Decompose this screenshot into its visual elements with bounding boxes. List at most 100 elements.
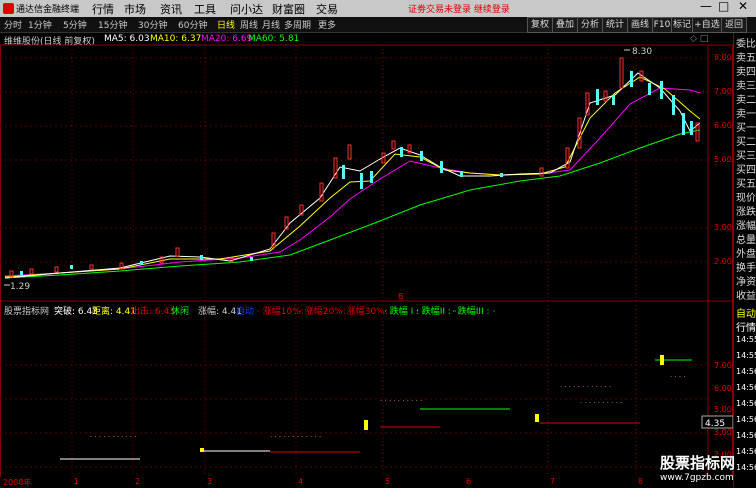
chart-canvas[interactable]: 8.30 1.29 B · · · · · · · · · · · · · · … xyxy=(0,33,733,487)
price-tick: 6.00 xyxy=(714,121,732,130)
period-60min[interactable]: 60分钟 xyxy=(178,18,207,31)
price-tick: 7.00 xyxy=(714,87,732,96)
tick-time: 14:56 xyxy=(736,383,756,392)
x-label: 3 xyxy=(207,477,213,486)
fenxi-button[interactable]: 分析 xyxy=(577,17,603,33)
quote-label: 卖三 xyxy=(736,81,756,92)
indicator-lines xyxy=(60,355,692,460)
quote-label: 买四 xyxy=(736,165,756,176)
tick-time: 14:56 xyxy=(736,367,756,376)
price-tick: 8.00 xyxy=(714,53,732,62)
ma5-line xyxy=(4,72,701,279)
period-multi[interactable]: 多周期 xyxy=(284,18,311,31)
minimize-button[interactable]: — xyxy=(700,0,712,13)
x-label: 8 xyxy=(638,477,644,486)
menu-hangqing[interactable]: 行情 xyxy=(92,1,114,17)
quote-label: 涨幅 xyxy=(736,221,756,232)
quote-label: 换手 xyxy=(736,263,756,274)
svg-text:· · · ·: · · · · xyxy=(670,373,686,381)
hangqing-tab[interactable]: 行情 xyxy=(736,319,756,334)
quote-label: 卖二 xyxy=(736,95,756,106)
quote-label: 卖五 xyxy=(736,53,756,64)
period-1min[interactable]: 1分钟 xyxy=(28,18,52,31)
tongji-button[interactable]: 统计 xyxy=(602,17,628,33)
tick-time: 14:56 xyxy=(736,431,756,440)
quote-label: 涨跌 xyxy=(736,207,756,218)
period-toolbar: 分时 1分钟 5分钟 15分钟 30分钟 60分钟 日线 周线 月线 多周期 更… xyxy=(0,17,756,33)
x-label: 4 xyxy=(298,477,304,486)
period-30min[interactable]: 30分钟 xyxy=(138,18,167,31)
quote-label: 外盘 xyxy=(736,249,756,260)
watermark-title: 股票指标网 xyxy=(660,454,736,472)
period-more[interactable]: 更多 xyxy=(318,18,336,31)
x-label: 2008年 xyxy=(3,478,32,487)
svg-text:· · · · · · · · · ·: · · · · · · · · · · xyxy=(380,397,422,405)
svg-text:· · · · · · · · · · · ·: · · · · · · · · · · · · xyxy=(560,383,611,391)
ma10-line xyxy=(4,76,701,278)
period-fenshi[interactable]: 分时 xyxy=(4,18,22,31)
indicator-tick: 7.00 xyxy=(714,361,732,370)
quote-label: 收益 xyxy=(736,291,756,302)
chuji-label: 出击: 6.43 xyxy=(131,307,175,317)
low-label: 1.29 xyxy=(10,282,30,292)
signal-marker: B xyxy=(398,292,404,301)
menu-shichang[interactable]: 市场 xyxy=(124,1,146,17)
quote-label: 净资 xyxy=(736,277,756,288)
diejia-button[interactable]: 叠加 xyxy=(552,17,578,33)
ma60-line xyxy=(4,129,701,279)
svg-text:· · · · · · · · · ·: · · · · · · · · · · xyxy=(580,399,622,407)
juli-label: 距离: 4.41 xyxy=(92,307,136,317)
period-5min[interactable]: 5分钟 xyxy=(63,18,87,31)
quote-label: 总量 xyxy=(736,235,756,246)
menu-zixun[interactable]: 资讯 xyxy=(160,1,182,17)
quote-panel: 委比 卖五 卖四 卖三 卖二 卖一 买一 买二 买三 买四 买五 现价 涨跌 涨… xyxy=(733,33,756,487)
x-label: 7 xyxy=(550,477,556,486)
fuquan-button[interactable]: 复权 xyxy=(527,17,553,33)
add-watchlist-button[interactable]: +自选 xyxy=(692,17,722,33)
menu-jiaoyi[interactable]: 交易 xyxy=(316,1,338,17)
indicator-title: 股票指标网 突破: 6.43 距离: 4.41 出击: 6.43 休闲 涨幅: … xyxy=(4,304,724,317)
indicator-frame xyxy=(0,300,733,480)
xiuxian-label: 休闲 xyxy=(171,307,190,317)
x-label: 6 xyxy=(466,477,472,486)
quote-label: 买五 xyxy=(736,179,756,190)
quote-label: 买一 xyxy=(736,123,756,134)
period-15min[interactable]: 15分钟 xyxy=(98,18,127,31)
quote-label: 卖四 xyxy=(736,67,756,78)
price-tick: 5.00 xyxy=(714,155,732,164)
menu-wenxiaoda[interactable]: 问小达 xyxy=(230,1,263,17)
x-label: 5 xyxy=(385,477,391,486)
maximize-button[interactable]: □ xyxy=(718,0,729,13)
app-logo-icon xyxy=(3,3,14,14)
tick-time: 14:55 xyxy=(736,335,756,344)
die3-label: · 跌幅III : · xyxy=(452,307,496,317)
indicator-tick: 5.00 xyxy=(714,405,732,414)
f10-button[interactable]: F10 xyxy=(652,17,672,33)
tick-time: 14:56 xyxy=(736,399,756,408)
menu-caifuquan[interactable]: 财富圈 xyxy=(272,1,305,17)
menu-gongju[interactable]: 工具 xyxy=(194,1,216,17)
candlesticks xyxy=(9,57,700,278)
back-button[interactable]: 返回 xyxy=(721,17,747,33)
quote-label: 买二 xyxy=(736,137,756,148)
quote-label: 卖一 xyxy=(736,109,756,120)
login-alert-link[interactable]: 证劵交易未登录 继续登录 xyxy=(408,2,510,15)
biaoji-button[interactable]: 标记 xyxy=(671,17,693,33)
close-button[interactable]: ✕ xyxy=(738,0,748,13)
quote-label: 买三 xyxy=(736,151,756,162)
period-weekly[interactable]: 周线 xyxy=(240,18,258,31)
x-label: 2 xyxy=(135,477,141,486)
period-monthly[interactable]: 月线 xyxy=(262,18,280,31)
menu-bar: 通达信金融终端 行情 市场 资讯 工具 问小达 财富圈 交易 证劵交易未登录 继… xyxy=(0,0,756,17)
price-tick: 2.00 xyxy=(714,257,732,266)
svg-text:· · · · · · · · · · · ·: · · · · · · · · · · · · xyxy=(270,433,321,441)
x-label: 1 xyxy=(74,477,80,486)
quote-label: 委比 xyxy=(736,39,756,50)
die2-label: · 跌幅II : · xyxy=(416,307,457,317)
indicator-name: 股票指标网 xyxy=(4,307,50,317)
huaxian-button[interactable]: 画线 xyxy=(627,17,653,33)
auto-tab[interactable]: 自动 xyxy=(736,305,756,320)
watermark: 股票指标网 www.7gpzb.com xyxy=(660,452,756,487)
period-daily[interactable]: 日线 xyxy=(217,18,235,31)
tick-time: 14:56 xyxy=(736,415,756,424)
